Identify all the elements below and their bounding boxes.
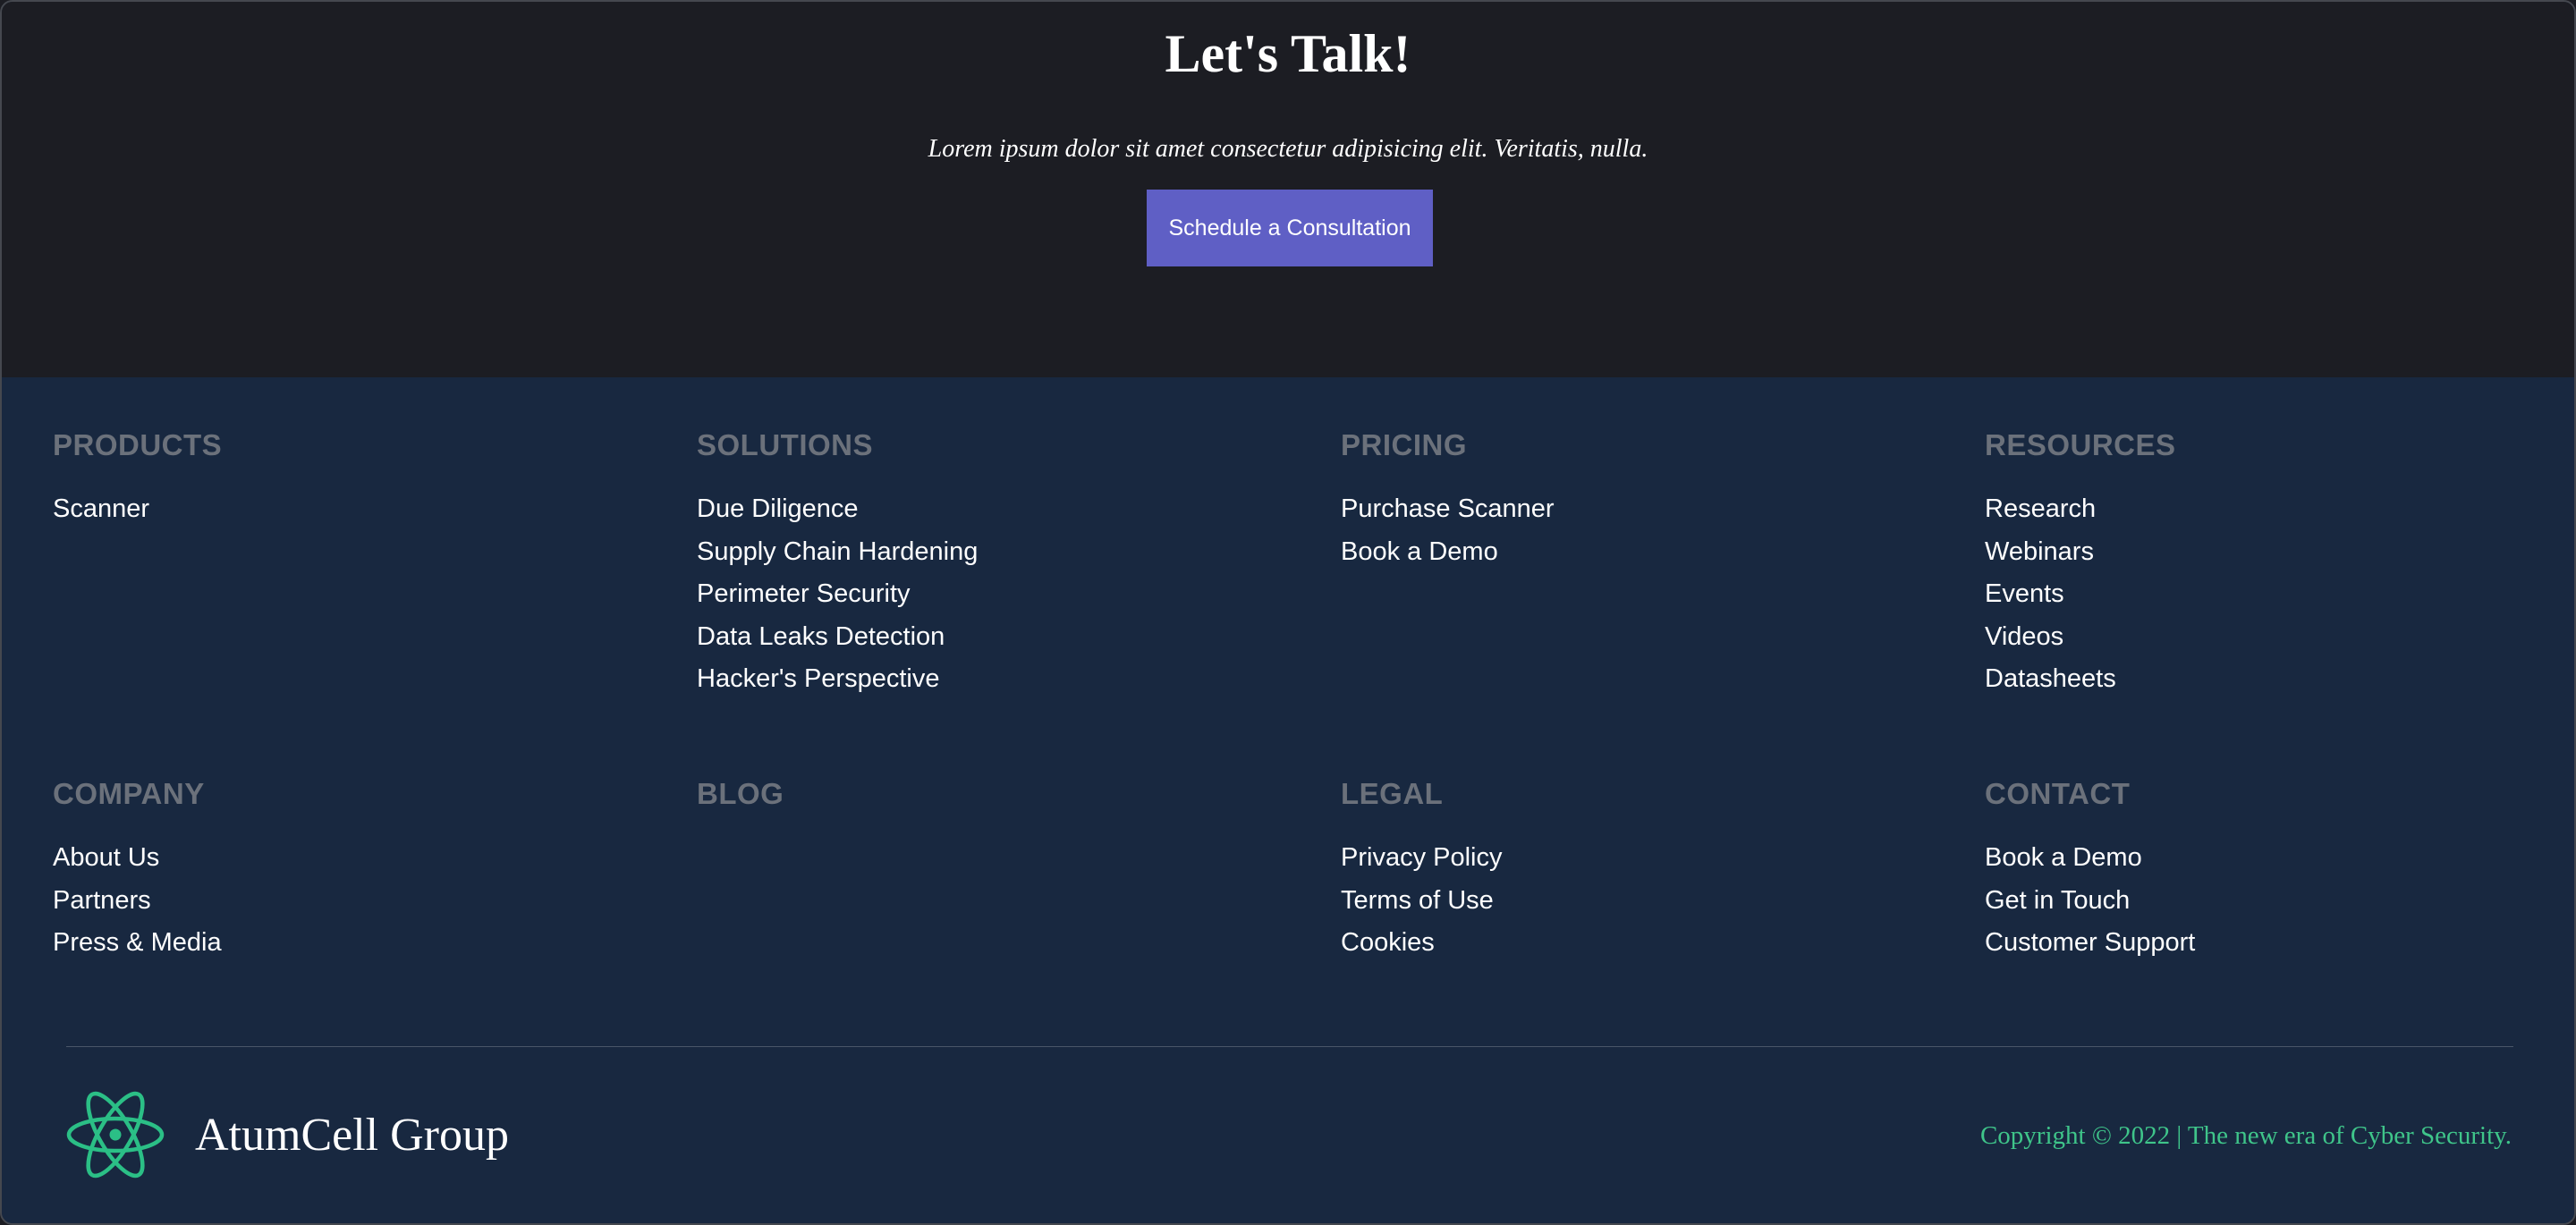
cta-subtitle: Lorem ipsum dolor sit amet consectetur a… xyxy=(928,135,1648,163)
link-list: Privacy Policy Terms of Use Cookies xyxy=(1341,837,1967,965)
footer-link-datasheets[interactable]: Datasheets xyxy=(1985,658,2574,701)
footer-link-about-us[interactable]: About Us xyxy=(53,837,679,880)
schedule-consultation-button[interactable]: Schedule a Consultation xyxy=(1147,190,1433,266)
column-heading: PRODUCTS xyxy=(53,428,223,461)
footer-link-perimeter-security[interactable]: Perimeter Security xyxy=(697,573,1323,616)
column-heading: COMPANY xyxy=(53,777,205,810)
brand-name: AtumCell Group xyxy=(195,1110,509,1161)
link-list: Due Diligence Supply Chain Hardening Per… xyxy=(697,488,1323,701)
footer-column-contact: CONTACT Book a Demo Get in Touch Custome… xyxy=(1985,776,2574,965)
footer-link-due-diligence[interactable]: Due Diligence xyxy=(697,488,1323,531)
footer-column-company: COMPANY About Us Partners Press & Media xyxy=(53,776,679,965)
footer-link-research[interactable]: Research xyxy=(1985,488,2574,531)
footer-link-press-media[interactable]: Press & Media xyxy=(53,922,679,965)
column-heading: LEGAL xyxy=(1341,777,1444,810)
footer-column-legal: LEGAL Privacy Policy Terms of Use Cookie… xyxy=(1341,776,1967,965)
link-list: Book a Demo Get in Touch Customer Suppor… xyxy=(1985,837,2574,965)
footer-column-pricing: PRICING Purchase Scanner Book a Demo xyxy=(1341,427,1967,573)
footer-column-products: PRODUCTS Scanner xyxy=(53,427,679,531)
footer-link-terms-of-use[interactable]: Terms of Use xyxy=(1341,880,1967,923)
footer-link-cookies[interactable]: Cookies xyxy=(1341,922,1967,965)
brand-logo-link[interactable]: AtumCell Group xyxy=(66,1088,509,1182)
footer-link-supply-chain-hardening[interactable]: Supply Chain Hardening xyxy=(697,531,1323,574)
footer-column-solutions: SOLUTIONS Due Diligence Supply Chain Har… xyxy=(697,427,1323,701)
column-heading: SOLUTIONS xyxy=(697,428,874,461)
link-list: Research Webinars Events Videos Datashee… xyxy=(1985,488,2574,701)
footer-link-purchase-scanner[interactable]: Purchase Scanner xyxy=(1341,488,1967,531)
link-list: Scanner xyxy=(53,488,679,531)
column-heading: PRICING xyxy=(1341,428,1468,461)
link-list: Purchase Scanner Book a Demo xyxy=(1341,488,1967,573)
footer-link-data-leaks-detection[interactable]: Data Leaks Detection xyxy=(697,616,1323,659)
footer-column-resources: RESOURCES Research Webinars Events Video… xyxy=(1985,427,2574,701)
page-frame: Let's Talk! Lorem ipsum dolor sit amet c… xyxy=(0,0,2576,1225)
cta-title: Let's Talk! xyxy=(1165,24,1411,83)
footer-link-webinars[interactable]: Webinars xyxy=(1985,531,2574,574)
copyright-text: Copyright © 2022 | The new era of Cyber … xyxy=(1979,1121,2512,1150)
footer-link-privacy-policy[interactable]: Privacy Policy xyxy=(1341,837,1967,880)
footer-link-book-demo[interactable]: Book a Demo xyxy=(1341,531,1967,574)
footer-link-hackers-perspective[interactable]: Hacker's Perspective xyxy=(697,658,1323,701)
blog-heading-link[interactable]: BLOG xyxy=(697,776,1323,812)
footer-link-events[interactable]: Events xyxy=(1985,573,2574,616)
column-heading: CONTACT xyxy=(1985,777,2131,810)
atom-icon xyxy=(66,1091,165,1179)
footer-link-book-demo[interactable]: Book a Demo xyxy=(1985,837,2574,880)
footer-link-get-in-touch[interactable]: Get in Touch xyxy=(1985,880,2574,923)
column-heading: RESOURCES xyxy=(1985,428,2176,461)
footer-column-blog: BLOG xyxy=(697,776,1323,812)
footer-link-scanner[interactable]: Scanner xyxy=(53,488,679,531)
footer-link-partners[interactable]: Partners xyxy=(53,880,679,923)
cta-section: Let's Talk! Lorem ipsum dolor sit amet c… xyxy=(2,2,2574,377)
link-list: About Us Partners Press & Media xyxy=(53,837,679,965)
footer-link-videos[interactable]: Videos xyxy=(1985,616,2574,659)
footer-divider xyxy=(66,1046,2513,1047)
footer-link-customer-support[interactable]: Customer Support xyxy=(1985,922,2574,965)
